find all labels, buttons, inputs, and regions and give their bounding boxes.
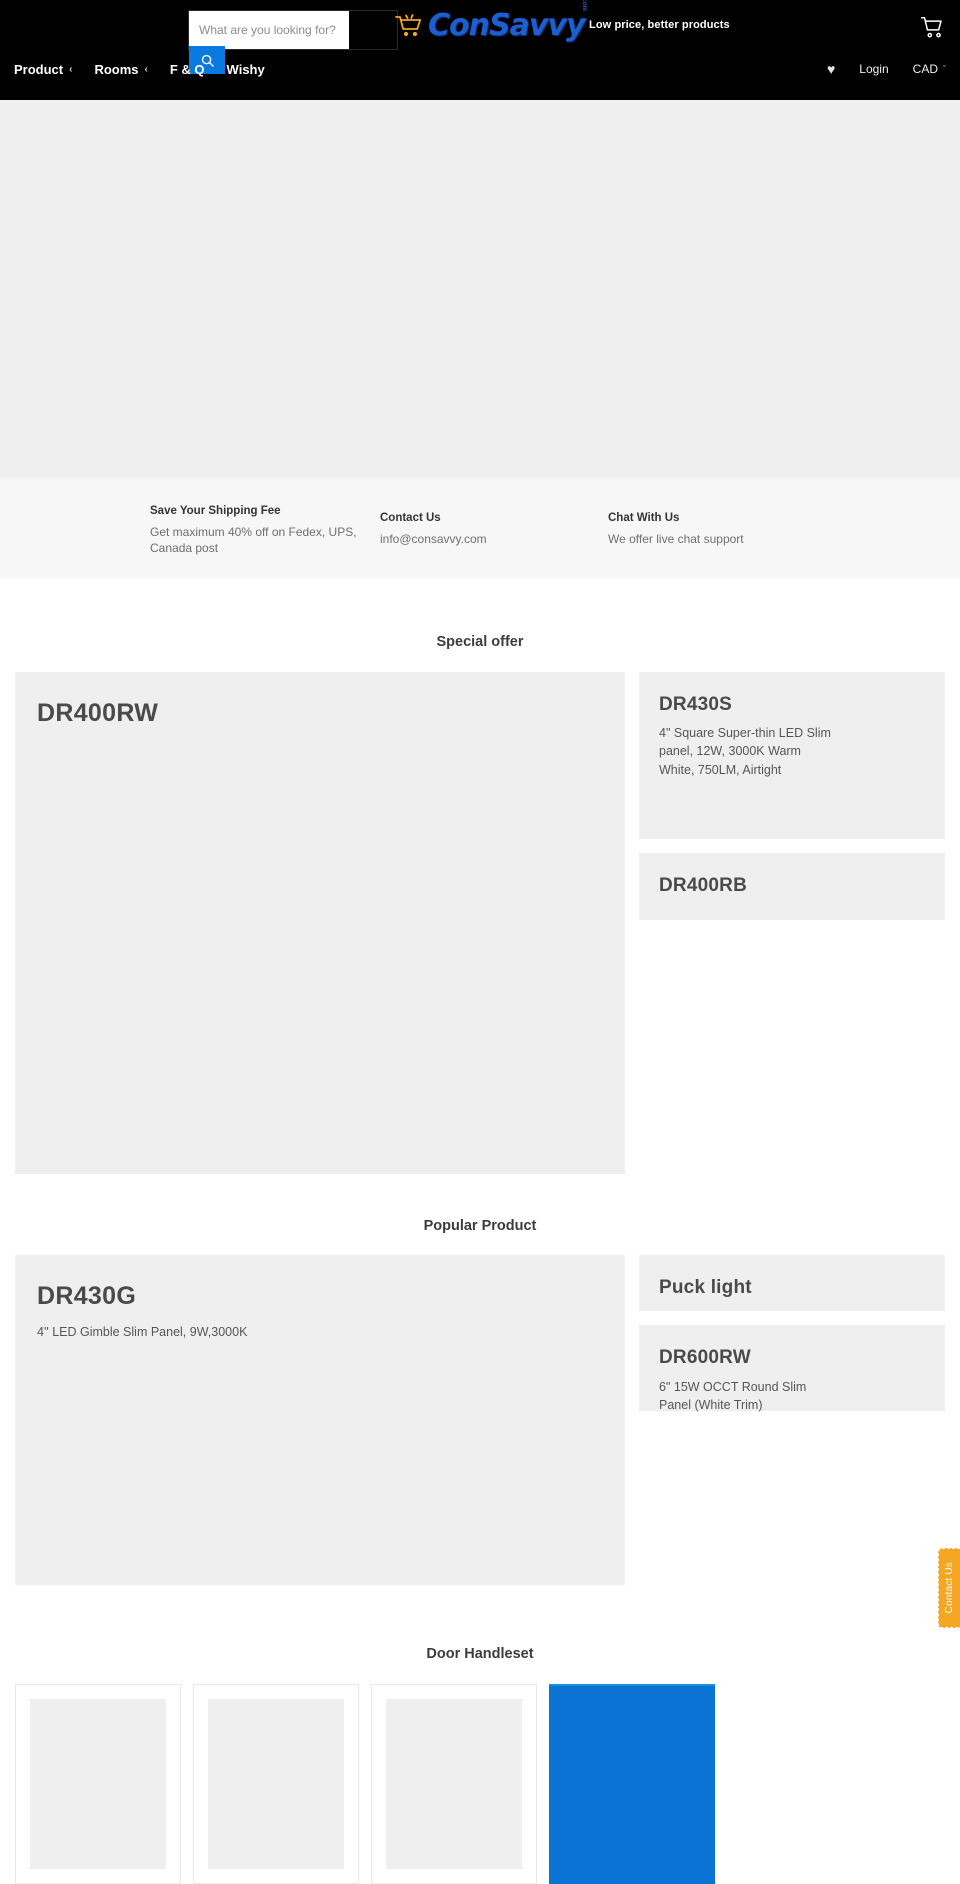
product-card[interactable]: DR600RW 6" 15W OCCT Round Slim Panel (Wh… (639, 1325, 945, 1412)
product-card[interactable]: DR430S 4" Square Super-thin LED Slim pan… (639, 671, 945, 839)
info-column-chat: Chat With Us We offer live chat support (608, 504, 828, 547)
product-title: DR400RB (659, 874, 747, 896)
info-column-shipping: Save Your Shipping Fee Get maximum 40% o… (150, 504, 360, 556)
search-container (188, 10, 398, 74)
popular-product-grid: DR430G 4'' LED Gimble Slim Panel, 9W,300… (15, 1255, 945, 1585)
product-title: DR430G (37, 1282, 137, 1310)
product-title: DR600RW (659, 1347, 751, 1368)
product-thumbnail (208, 1698, 344, 1869)
site-logo[interactable]: ConSavvy .com (394, 0, 587, 43)
shopping-cart-icon (919, 14, 945, 40)
info-title: Chat With Us (608, 512, 680, 524)
section-title: Popular Product (423, 1217, 537, 1234)
cart-button[interactable] (919, 14, 945, 40)
chevron-icon: ‹ (144, 63, 148, 75)
product-title: Puck light (659, 1277, 752, 1298)
info-title: Contact Us (380, 512, 441, 524)
nav-left-group: Product ‹ Rooms ‹ F & Q Wishy (14, 52, 265, 86)
product-title: DR430S (659, 693, 733, 715)
special-offer-grid: DR400RW DR430S 4" Square Super-thin LED … (15, 671, 945, 1174)
nav-item-label: Wishy (226, 61, 265, 77)
nav-item-label: Product (14, 61, 64, 77)
product-card[interactable]: Puck light (639, 1255, 945, 1311)
product-description: 4" Square Super-thin LED Slim panel, 12W… (659, 726, 831, 777)
info-description: Get maximum 40% off on Fedex, UPS, Canad… (150, 524, 357, 556)
product-description: 4'' LED Gimble Slim Panel, 9W,3000K (37, 1325, 248, 1339)
section-title: Special offer (436, 634, 524, 650)
promo-banner[interactable] (549, 1683, 715, 1884)
special-offer-side-column: DR430S 4" Square Super-thin LED Slim pan… (639, 671, 945, 1174)
popular-product-side-column: Puck light DR600RW 6" 15W OCCT Round Sli… (639, 1255, 945, 1585)
nav-item-faq[interactable]: F & Q (170, 62, 205, 77)
product-card-featured[interactable]: DR400RW (15, 671, 625, 1174)
product-thumbnail (30, 1698, 166, 1869)
login-link[interactable]: Login (859, 62, 888, 76)
nav-item-label: Rooms (94, 61, 139, 77)
product-card[interactable] (15, 1683, 181, 1884)
nav-item-rooms[interactable]: Rooms ‹ (94, 62, 147, 77)
currency-label: CAD (912, 62, 938, 76)
info-description: We offer live chat support (608, 531, 744, 546)
door-handleset-grid (15, 1683, 945, 1884)
hero-banner[interactable] (0, 100, 960, 478)
info-strip: Save Your Shipping Fee Get maximum 40% o… (0, 478, 960, 578)
product-description: 6" 15W OCCT Round Slim Panel (White Trim… (659, 1379, 807, 1412)
product-title: DR400RW (37, 698, 159, 727)
section-title: Door Handleset (426, 1646, 534, 1662)
section-door-handleset: Door Handleset (0, 1585, 960, 1884)
header-tagline: Low price, better products (589, 19, 730, 31)
info-title: Save Your Shipping Fee (150, 505, 281, 517)
logo-wordmark: ConSavvy (428, 8, 586, 43)
section-special-offer: Special offer DR400RW DR430S 4" Square S… (0, 578, 960, 1174)
product-card[interactable]: DR400RB (639, 852, 945, 920)
info-column-contact: Contact Us info@consavvy.com (380, 504, 580, 547)
section-popular-product: Popular Product DR430G 4'' LED Gimble Sl… (0, 1174, 960, 1585)
product-thumbnail (386, 1698, 522, 1869)
nav-item-label: F & Q (169, 61, 205, 77)
nav-item-wishy[interactable]: Wishy (227, 62, 265, 77)
contact-us-tab[interactable]: Contact Us (938, 1548, 960, 1628)
main-navigation: Product ‹ Rooms ‹ F & Q Wishy ♥ Login CA… (0, 52, 960, 86)
chevron-down-icon: ˇ (943, 64, 946, 74)
product-card-featured[interactable]: DR430G 4'' LED Gimble Slim Panel, 9W,300… (15, 1255, 625, 1585)
info-description: info@consavvy.com (380, 531, 487, 546)
chevron-icon: ‹ (69, 63, 73, 75)
product-card[interactable] (371, 1683, 537, 1884)
shopping-cart-icon (394, 13, 424, 39)
nav-right-group: ♥ Login CAD ˇ (827, 52, 946, 86)
site-header: ConSavvy .com Low price, better products… (0, 0, 960, 100)
product-card[interactable] (193, 1683, 359, 1884)
logo-dotcom: .com (580, 0, 587, 11)
contact-us-tab-label: Contact Us (944, 1562, 955, 1614)
nav-item-product[interactable]: Product ‹ (14, 62, 72, 77)
heart-icon[interactable]: ♥ (827, 62, 835, 76)
search-input[interactable] (189, 11, 349, 49)
currency-selector[interactable]: CAD ˇ (913, 62, 946, 76)
